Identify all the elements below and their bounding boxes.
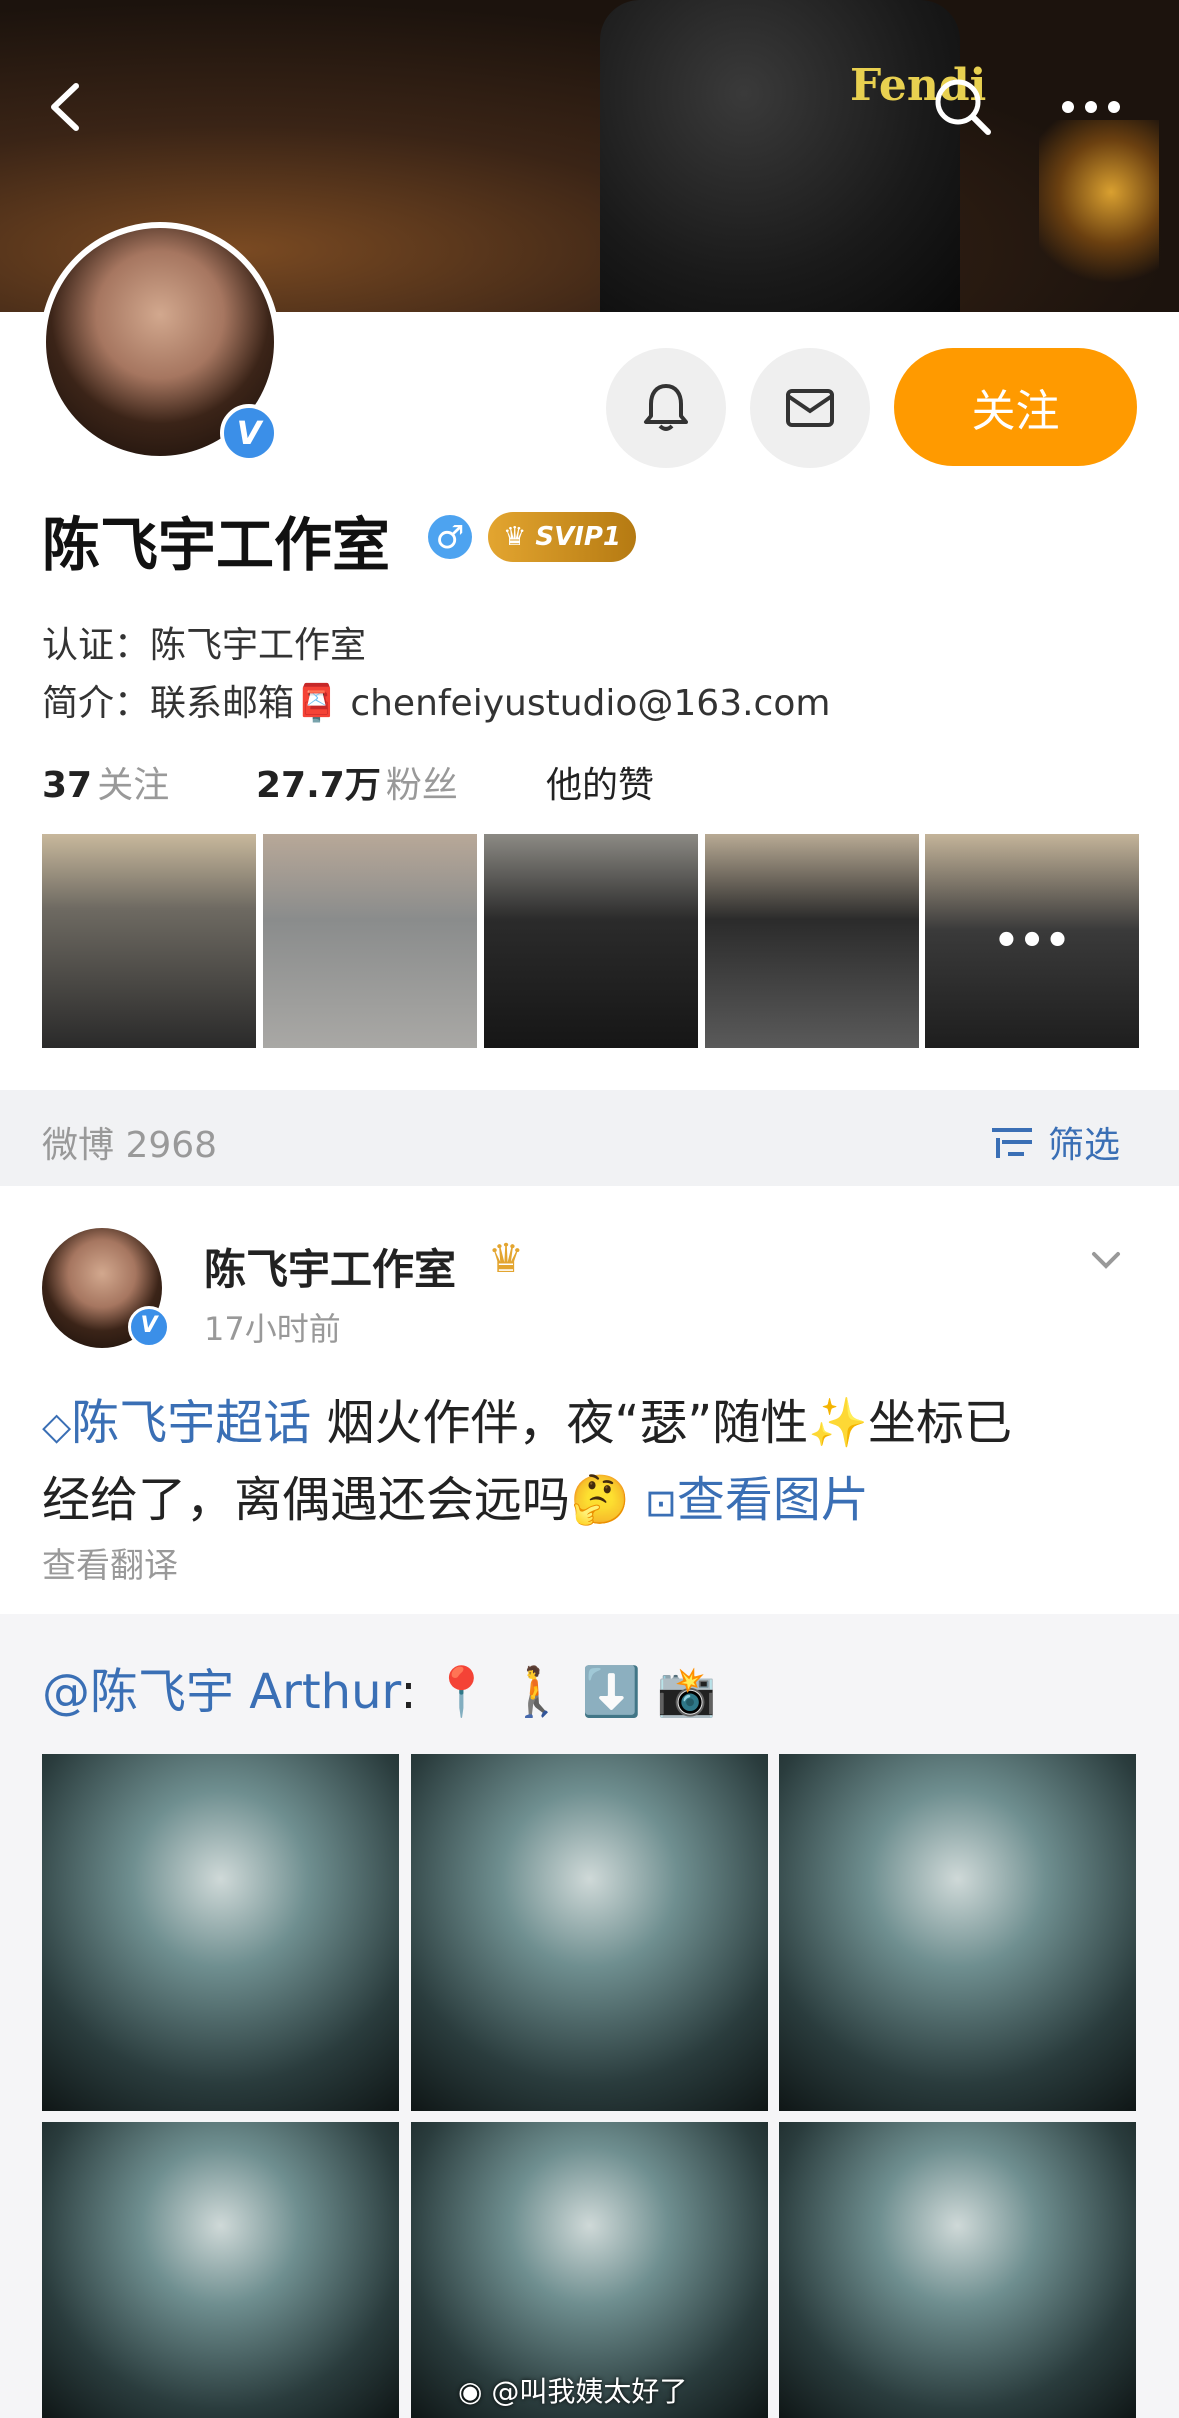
profile-name: 陈飞宇工作室	[42, 511, 391, 579]
post-author-crown-icon: ♛	[488, 1236, 524, 1282]
intro-email: chenfeiyustudio@163.com	[350, 683, 831, 724]
post-verified-badge-icon: V	[128, 1306, 170, 1348]
mailbox-icon: 📮	[294, 683, 339, 724]
view-images-link[interactable]: 查看图片	[677, 1472, 869, 1528]
weibo-count: 微博 2968	[42, 1125, 218, 1166]
verify-prefix: 认证：	[42, 625, 151, 666]
walking-icon: 🚶	[506, 1664, 567, 1720]
search-icon[interactable]	[928, 72, 998, 142]
post-author[interactable]: 陈飞宇工作室	[204, 1236, 456, 1297]
follow-button[interactable]: 关注	[894, 348, 1137, 466]
followers-stat[interactable]: 27.7万 粉丝	[256, 756, 458, 808]
intro-text: 联系邮箱	[150, 683, 295, 724]
notification-bell-button[interactable]	[606, 348, 726, 468]
repost-mention-link[interactable]: @陈飞宇 Arthur	[42, 1664, 400, 1720]
post-menu-chevron-icon[interactable]	[1086, 1240, 1126, 1284]
followers-label: 粉丝	[385, 765, 458, 806]
intro-line: 简介：联系邮箱📮 chenfeiyustudio@163.com	[42, 674, 830, 726]
weibo-logo-icon: ◉	[458, 2375, 483, 2408]
followers-count: 27.7万	[256, 765, 381, 806]
filter-label: 筛选	[1048, 1125, 1121, 1166]
banner-lights-image	[1039, 120, 1159, 300]
translate-link[interactable]: 查看翻译	[42, 1538, 178, 1587]
crown-icon: ♛	[502, 522, 527, 552]
intro-prefix: 简介：	[42, 683, 151, 724]
post-image-3[interactable]	[779, 1754, 1136, 2111]
album-photo-2[interactable]	[263, 834, 477, 1048]
post-text-1: 烟火作伴，夜“瑟”随性	[311, 1395, 809, 1451]
more-dots-icon[interactable]	[1056, 72, 1126, 142]
following-label: 关注	[97, 765, 170, 806]
post-image-6[interactable]	[779, 2122, 1136, 2418]
post-image-1[interactable]	[42, 1754, 399, 2111]
camera-flash-icon: 📸	[656, 1664, 717, 1720]
album-photo-4[interactable]	[705, 834, 919, 1048]
verification-line: 认证：陈飞宇工作室	[42, 616, 366, 668]
banner-person-image	[600, 0, 960, 312]
sparkles-icon: ✨	[808, 1395, 869, 1451]
post-image-4[interactable]	[42, 2122, 399, 2418]
repost-colon: :	[400, 1664, 417, 1720]
album-photo-1[interactable]	[42, 834, 256, 1048]
post-text-2: 坐标已	[868, 1395, 1013, 1451]
watermark-text: @叫我姨太好了	[491, 2375, 688, 2408]
watermark: ◉ @叫我姨太好了	[458, 2370, 687, 2410]
pin-icon: 📍	[431, 1664, 492, 1720]
post-time: 17小时前	[204, 1310, 341, 1348]
verify-text: 陈飞宇工作室	[150, 625, 367, 666]
filter-button[interactable]: 筛选	[988, 1116, 1120, 1168]
down-arrow-icon: ⬇️	[581, 1664, 642, 1720]
post-topic-link[interactable]: 陈飞宇超话	[71, 1395, 311, 1451]
album-more-photos[interactable]: •••	[925, 834, 1139, 1048]
back-arrow-icon[interactable]	[32, 72, 102, 142]
thinking-face-icon: 🤔	[570, 1472, 630, 1528]
image-icon: ⊡	[645, 1481, 677, 1525]
post-text-3: 经给了，离偶遇还会远吗	[42, 1472, 571, 1528]
topic-diamond-icon: ◇	[42, 1404, 72, 1448]
svip-label: SVIP1	[535, 522, 622, 552]
likes-stat[interactable]: 他的赞	[546, 756, 654, 808]
following-stat[interactable]: 37 关注	[42, 756, 169, 808]
filter-icon	[992, 1128, 1032, 1158]
message-button[interactable]	[750, 348, 870, 468]
album-photo-3[interactable]	[484, 834, 698, 1048]
male-gender-icon: ♂	[428, 515, 472, 559]
mail-icon	[786, 389, 834, 427]
post-image-2[interactable]	[411, 1754, 768, 2111]
bell-icon	[644, 384, 688, 431]
following-count: 37	[42, 765, 93, 806]
repost-text: @陈飞宇 Arthur: 📍 🚶 ⬇️ 📸	[42, 1652, 717, 1722]
svip-badge: ♛ SVIP1	[488, 512, 636, 562]
post-text: ◇陈飞宇超话 烟火作伴，夜“瑟”随性✨坐标已 经给了，离偶遇还会远吗🤔 ⊡查看图…	[42, 1386, 1142, 1540]
verified-badge-icon: V	[220, 404, 278, 462]
